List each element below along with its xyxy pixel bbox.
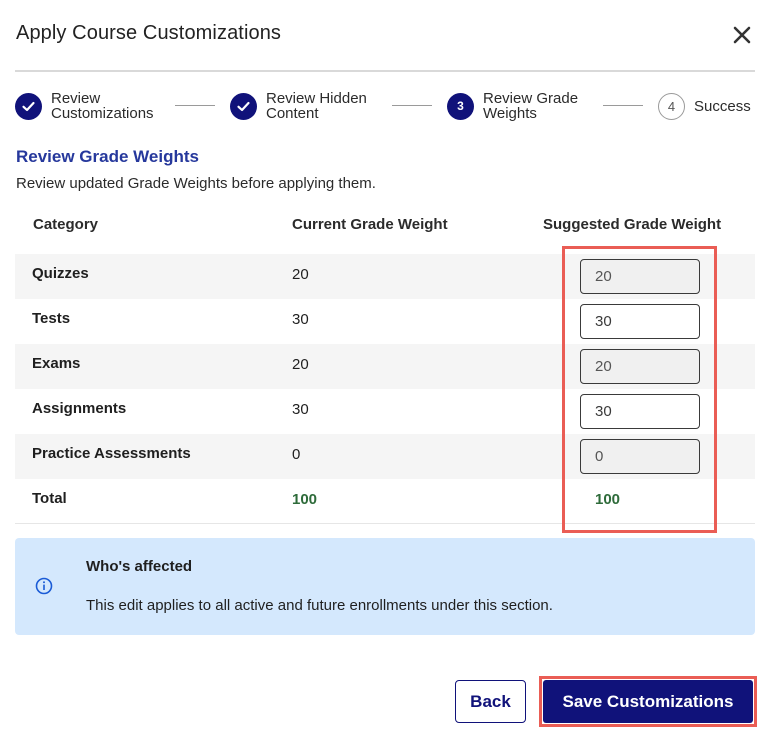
current-weight-cell: 20 bbox=[292, 356, 309, 373]
info-banner: Who's affected This edit applies to all … bbox=[15, 538, 755, 635]
dialog-title: Apply Course Customizations bbox=[16, 22, 282, 44]
step-label: Review Hidden Content bbox=[266, 90, 367, 122]
close-button[interactable] bbox=[729, 22, 755, 48]
back-button[interactable]: Back bbox=[455, 680, 526, 723]
step-number-icon: 3 bbox=[447, 92, 474, 120]
step-connector bbox=[392, 105, 432, 106]
close-icon bbox=[733, 26, 751, 44]
step-label: Review Grade Weights bbox=[483, 90, 579, 122]
step-review-hidden-content: Review Hidden Content bbox=[230, 90, 367, 122]
category-cell: Tests bbox=[32, 310, 71, 327]
info-icon bbox=[35, 577, 53, 595]
dialog-header: Apply Course Customizations bbox=[16, 22, 755, 48]
current-weight-cell: 30 bbox=[292, 311, 309, 328]
save-customizations-button[interactable]: Save Customizations bbox=[543, 680, 753, 723]
category-cell: Quizzes bbox=[32, 265, 89, 282]
section-description: Review updated Grade Weights before appl… bbox=[16, 175, 376, 192]
check-icon bbox=[230, 92, 257, 120]
column-header-suggested: Suggested Grade Weight bbox=[543, 216, 722, 233]
step-label: Review Customizations bbox=[51, 90, 154, 122]
step-label: Success bbox=[694, 97, 751, 115]
step-review-grade-weights: 3 Review Grade Weights bbox=[447, 90, 578, 122]
header-divider bbox=[15, 70, 755, 72]
current-weight-cell: 30 bbox=[292, 401, 309, 418]
step-review-customizations: Review Customizations bbox=[15, 90, 154, 122]
step-connector bbox=[175, 105, 215, 106]
suggested-column-highlight bbox=[562, 246, 717, 533]
section-title: Review Grade Weights bbox=[16, 147, 199, 166]
current-weight-cell: 0 bbox=[292, 446, 301, 463]
category-cell: Exams bbox=[32, 355, 81, 372]
current-weight-cell: 20 bbox=[292, 266, 309, 283]
step-number-icon: 4 bbox=[658, 92, 685, 120]
category-cell: Assignments bbox=[32, 400, 127, 417]
check-icon bbox=[15, 92, 42, 120]
total-current-value: 100 bbox=[292, 491, 318, 508]
stepper: Review Customizations Review Hidden Cont… bbox=[15, 90, 760, 122]
total-label: Total bbox=[32, 490, 67, 507]
step-connector bbox=[603, 105, 643, 106]
column-header-category: Category bbox=[33, 216, 99, 233]
info-text: This edit applies to all active and futu… bbox=[86, 597, 553, 614]
step-success: 4 Success bbox=[658, 90, 751, 122]
category-cell: Practice Assessments bbox=[32, 445, 191, 462]
info-title: Who's affected bbox=[86, 558, 193, 575]
column-header-current: Current Grade Weight bbox=[292, 216, 448, 233]
